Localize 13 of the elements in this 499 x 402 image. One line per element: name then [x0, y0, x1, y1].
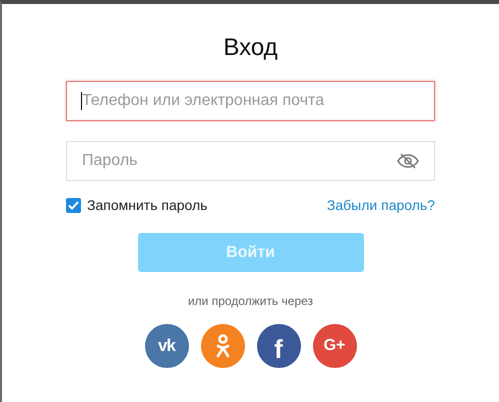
vk-login-button[interactable]: vk: [144, 324, 188, 368]
ok-login-button[interactable]: [200, 324, 244, 368]
google-plus-login-button[interactable]: G+: [312, 324, 356, 368]
hidden-eye-icon[interactable]: [397, 153, 419, 169]
forgot-password-link[interactable]: Забыли пароль?: [326, 197, 435, 213]
login-title: Вход: [223, 34, 278, 62]
continue-with-text: или продолжить через: [188, 294, 314, 308]
remember-label: Запомнить пароль: [87, 197, 208, 213]
phone-email-field[interactable]: Телефон или электронная почта: [66, 81, 435, 121]
facebook-login-button[interactable]: f: [256, 324, 300, 368]
password-field[interactable]: Пароль: [66, 141, 435, 181]
remember-checkbox[interactable]: [66, 198, 81, 212]
person-logo-icon: [216, 334, 230, 358]
